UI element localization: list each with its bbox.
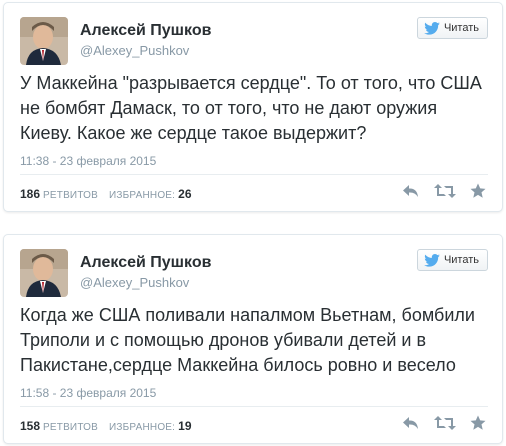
- reply-icon[interactable]: [402, 415, 420, 431]
- reply-icon[interactable]: [402, 183, 420, 199]
- avatar[interactable]: [20, 17, 68, 65]
- favorites-count[interactable]: 26: [178, 187, 191, 201]
- twitter-bird-icon: [424, 253, 440, 267]
- tweet-stats: 186 РЕТВИТОВ ИЗБРАННОЕ: 26: [20, 187, 192, 201]
- favorite-star-icon[interactable]: [470, 415, 486, 431]
- tweet-actions: [402, 415, 486, 431]
- follow-button[interactable]: Читать: [416, 249, 488, 271]
- tweet-timestamp[interactable]: 11:58 - 23 февраля 2015: [20, 386, 156, 400]
- favorite-star-icon[interactable]: [470, 183, 486, 199]
- tweet-text: У Маккейна "разрывается сердце". То от т…: [20, 73, 482, 143]
- retweet-icon[interactable]: [434, 415, 456, 431]
- tweet-timestamp[interactable]: 11:38 - 23 февраля 2015: [20, 154, 156, 168]
- avatar[interactable]: [20, 249, 68, 297]
- user-handle[interactable]: @Alexey_Pushkov: [80, 43, 189, 58]
- retweets-count[interactable]: 158: [20, 419, 40, 433]
- favorites-count[interactable]: 19: [178, 419, 191, 433]
- divider: [20, 174, 488, 175]
- tweet-actions: [402, 183, 486, 199]
- display-name[interactable]: Алексей Пушков: [80, 254, 211, 272]
- display-name[interactable]: Алексей Пушков: [80, 22, 211, 40]
- follow-label: Читать: [443, 254, 479, 266]
- retweets-label: РЕТВИТОВ: [43, 422, 99, 433]
- retweet-icon[interactable]: [434, 183, 456, 199]
- twitter-bird-icon: [424, 21, 440, 35]
- retweets-count[interactable]: 186: [20, 187, 40, 201]
- retweets-label: РЕТВИТОВ: [43, 190, 99, 201]
- follow-button[interactable]: Читать: [416, 17, 488, 39]
- follow-label: Читать: [443, 22, 479, 34]
- favorites-label: ИЗБРАННОЕ:: [109, 190, 176, 201]
- tweet-card: Алексей Пушков @Alexey_Pushkov Читать У …: [3, 2, 503, 212]
- tweet-stats: 158 РЕТВИТОВ ИЗБРАННОЕ: 19: [20, 419, 192, 433]
- favorites-label: ИЗБРАННОЕ:: [109, 422, 176, 433]
- tweet-card: Алексей Пушков @Alexey_Pushkov Читать Ко…: [3, 234, 503, 444]
- divider: [20, 406, 488, 407]
- user-handle[interactable]: @Alexey_Pushkov: [80, 275, 189, 290]
- tweet-text: Когда же США поливали напалмом Вьетнам, …: [20, 305, 475, 375]
